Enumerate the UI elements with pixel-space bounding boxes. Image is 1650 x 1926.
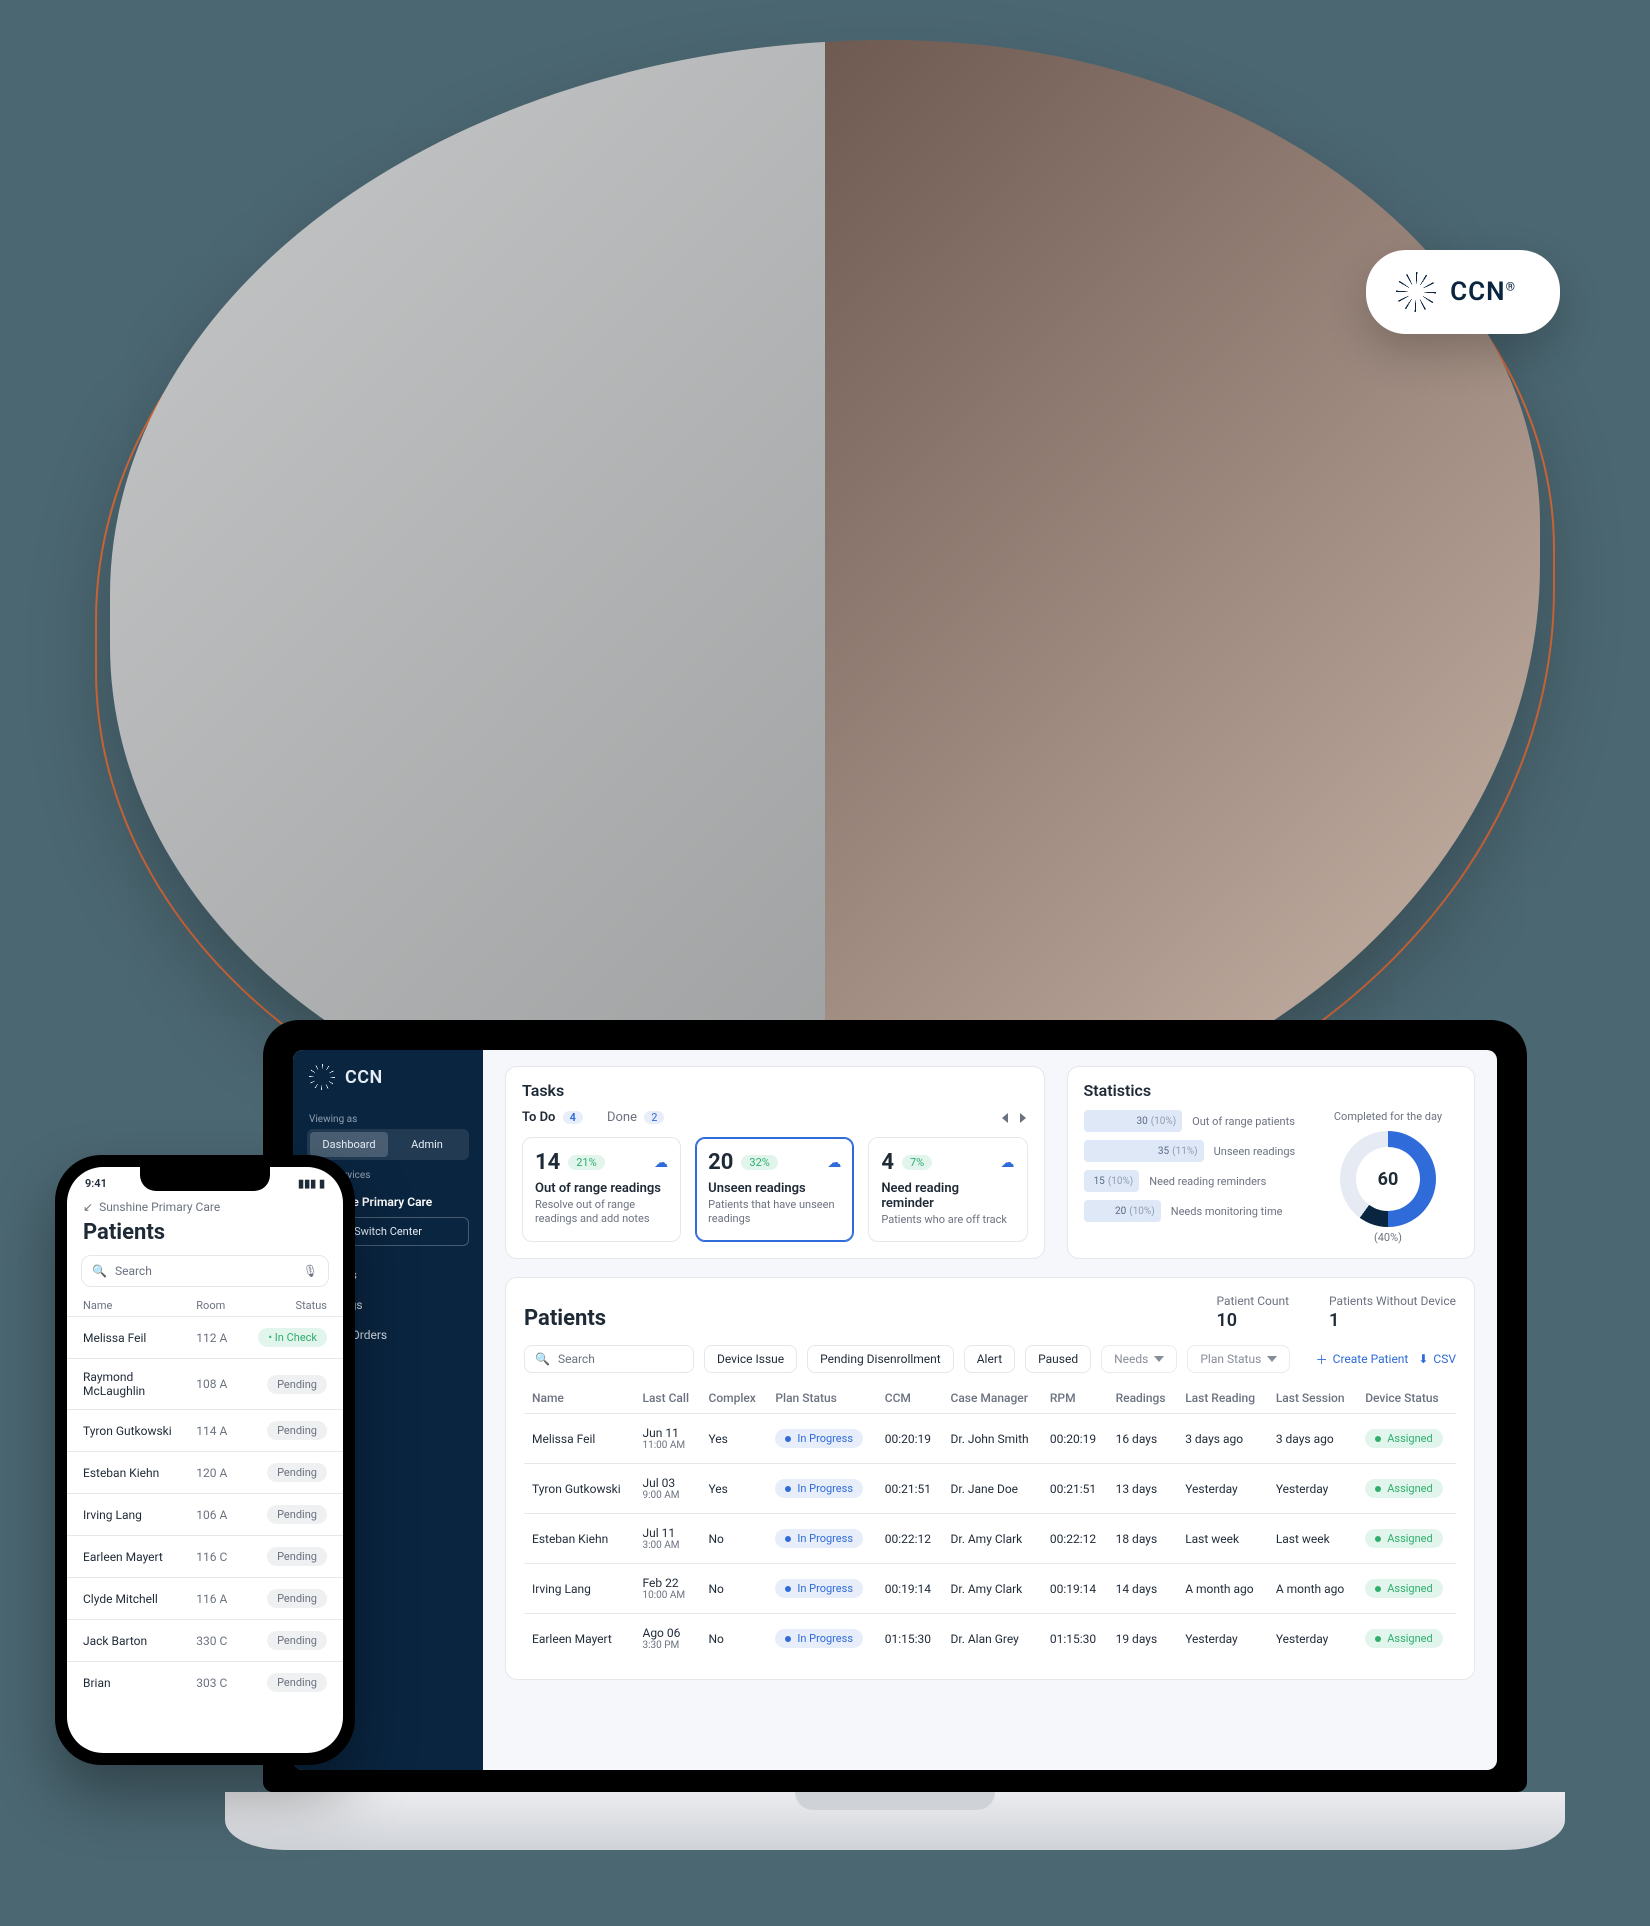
- column-header[interactable]: Readings: [1108, 1383, 1178, 1414]
- list-item[interactable]: Earleen Mayert116 CPending: [67, 1535, 343, 1577]
- statistics-panel: Statistics 30 (10%)Out of range patients…: [1067, 1066, 1475, 1259]
- signal-icon: ▮▮▮ ▮: [298, 1177, 325, 1190]
- hero-photo: [110, 40, 1540, 1150]
- column-header[interactable]: Complex: [700, 1383, 767, 1414]
- tasks-panel: Tasks To Do 4 Done 2: [505, 1066, 1045, 1259]
- patients-panel: Patients Patient Count 10 Patients Witho…: [505, 1277, 1475, 1680]
- list-item[interactable]: Tyron Gutkowski114 APending: [67, 1409, 343, 1451]
- filter-needs[interactable]: Needs: [1101, 1345, 1177, 1373]
- list-item[interactable]: Melissa Feil112 A• In Check: [67, 1316, 343, 1358]
- table-row[interactable]: Melissa FeilJun 1111:00 AMYesIn Progress…: [524, 1414, 1456, 1464]
- view-toggle[interactable]: Dashboard Admin: [307, 1129, 469, 1160]
- stat-row: 30 (10%)Out of range patients: [1084, 1110, 1298, 1132]
- brand-badge: CCN®: [1366, 250, 1560, 334]
- stat-row: 20 (10%)Needs monitoring time: [1084, 1200, 1298, 1222]
- column-header[interactable]: RPM: [1042, 1383, 1108, 1414]
- filter-chip[interactable]: Alert: [964, 1345, 1015, 1373]
- completed-donut: 60: [1340, 1131, 1436, 1227]
- download-icon: ⬇: [1418, 1352, 1428, 1366]
- list-item[interactable]: Jack Barton330 CPending: [67, 1619, 343, 1661]
- starburst-icon: [1396, 272, 1436, 312]
- table-row[interactable]: Earleen MayertAgo 063:30 PMNoIn Progress…: [524, 1614, 1456, 1664]
- list-item[interactable]: Raymond McLaughlin108 APending: [67, 1358, 343, 1409]
- column-header[interactable]: Name: [524, 1383, 634, 1414]
- filter-plan-status[interactable]: Plan Status: [1187, 1345, 1290, 1373]
- tasks-title: Tasks: [522, 1081, 1028, 1100]
- phone-mockup: 9:41 ▮▮▮ ▮ ↙ Sunshine Primary Care Patie…: [55, 1155, 355, 1765]
- column-header[interactable]: CCM: [877, 1383, 943, 1414]
- cloud-icon: ☁: [1001, 1155, 1015, 1171]
- search-icon: 🔍: [92, 1264, 107, 1278]
- column-header[interactable]: Case Manager: [942, 1383, 1041, 1414]
- phone-breadcrumb[interactable]: ↙ Sunshine Primary Care: [67, 1190, 343, 1214]
- patients-title: Patients: [524, 1306, 606, 1331]
- chevron-down-icon: [1267, 1356, 1277, 1362]
- cloud-icon: ☁: [654, 1155, 668, 1171]
- patients-search[interactable]: 🔍 Search: [524, 1345, 694, 1373]
- column-header[interactable]: Last Call: [634, 1383, 700, 1414]
- statistics-title: Statistics: [1084, 1081, 1458, 1100]
- cloud-icon: ☁: [827, 1155, 841, 1171]
- starburst-icon: [309, 1064, 335, 1090]
- filter-chip[interactable]: Device Issue: [704, 1345, 797, 1373]
- kpi-count-value: 10: [1216, 1310, 1289, 1331]
- patients-table: NameLast CallComplexPlan StatusCCMCase M…: [524, 1383, 1456, 1663]
- column-header[interactable]: Plan Status: [767, 1383, 876, 1414]
- list-item[interactable]: Irving Lang106 APending: [67, 1493, 343, 1535]
- tasks-tab-done[interactable]: Done 2: [607, 1110, 664, 1125]
- kpi-nodevice-label: Patients Without Device: [1329, 1294, 1456, 1308]
- list-item[interactable]: Brian303 CPending: [67, 1661, 343, 1703]
- phone-columns: Name Room Status: [67, 1287, 343, 1316]
- list-item[interactable]: Esteban Kiehn120 APending: [67, 1451, 343, 1493]
- brand-name: CCN: [1450, 277, 1505, 307]
- kpi-nodevice-value: 1: [1329, 1310, 1456, 1331]
- search-icon: 🔍: [535, 1352, 550, 1366]
- laptop-mockup: CCN Viewing as Dashboard Admin RPM Servi…: [225, 1020, 1565, 1850]
- create-patient-button[interactable]: ＋Create Patient: [1316, 1345, 1409, 1373]
- column-header[interactable]: Device Status: [1357, 1383, 1456, 1414]
- tasks-prev-icon[interactable]: [1002, 1113, 1008, 1123]
- plus-icon: ＋: [1316, 1351, 1328, 1368]
- task-card[interactable]: 47%☁Need reading reminderPatients who ar…: [868, 1137, 1027, 1242]
- stat-row: 35 (11%)Unseen readings: [1084, 1140, 1298, 1162]
- back-icon[interactable]: ↙: [83, 1200, 93, 1214]
- table-row[interactable]: Tyron GutkowskiJul 039:00 AMYesIn Progre…: [524, 1464, 1456, 1514]
- phone-search[interactable]: 🔍 Search 🎙: [81, 1255, 329, 1287]
- column-header[interactable]: Last Session: [1268, 1383, 1357, 1414]
- task-card[interactable]: 2032%☁Unseen readingsPatients that have …: [695, 1137, 854, 1242]
- tab-dashboard[interactable]: Dashboard: [310, 1132, 388, 1157]
- mic-icon[interactable]: 🎙: [303, 1264, 318, 1278]
- stat-row: 15 (10%)Need reading reminders: [1084, 1170, 1298, 1192]
- sidebar-brand: CCN: [293, 1050, 483, 1104]
- phone-notch: [140, 1167, 270, 1191]
- tasks-next-icon[interactable]: [1020, 1113, 1026, 1123]
- column-header[interactable]: Last Reading: [1177, 1383, 1268, 1414]
- kpi-count-label: Patient Count: [1216, 1294, 1289, 1308]
- filter-chip[interactable]: Paused: [1025, 1345, 1091, 1373]
- table-row[interactable]: Esteban KiehnJul 113:00 AMNoIn Progress0…: [524, 1514, 1456, 1564]
- tasks-tab-todo[interactable]: To Do 4: [522, 1110, 583, 1125]
- marketing-hero: CCN® CCN Viewing as Dashboard Admin RPM …: [0, 0, 1650, 1926]
- export-csv-button[interactable]: ⬇CSV: [1418, 1345, 1456, 1373]
- chevron-down-icon: [1154, 1356, 1164, 1362]
- table-row[interactable]: Irving LangFeb 2210:00 AMNoIn Progress00…: [524, 1564, 1456, 1614]
- list-item[interactable]: Clyde Mitchell116 APending: [67, 1577, 343, 1619]
- filter-chip[interactable]: Pending Disenrollment: [807, 1345, 954, 1373]
- task-card[interactable]: 1421%☁Out of range readingsResolve out o…: [522, 1137, 681, 1242]
- tab-admin[interactable]: Admin: [388, 1132, 466, 1157]
- viewing-as-label: Viewing as: [293, 1104, 483, 1129]
- phone-title: Patients: [67, 1214, 343, 1255]
- completed-label: Completed for the day: [1318, 1110, 1458, 1123]
